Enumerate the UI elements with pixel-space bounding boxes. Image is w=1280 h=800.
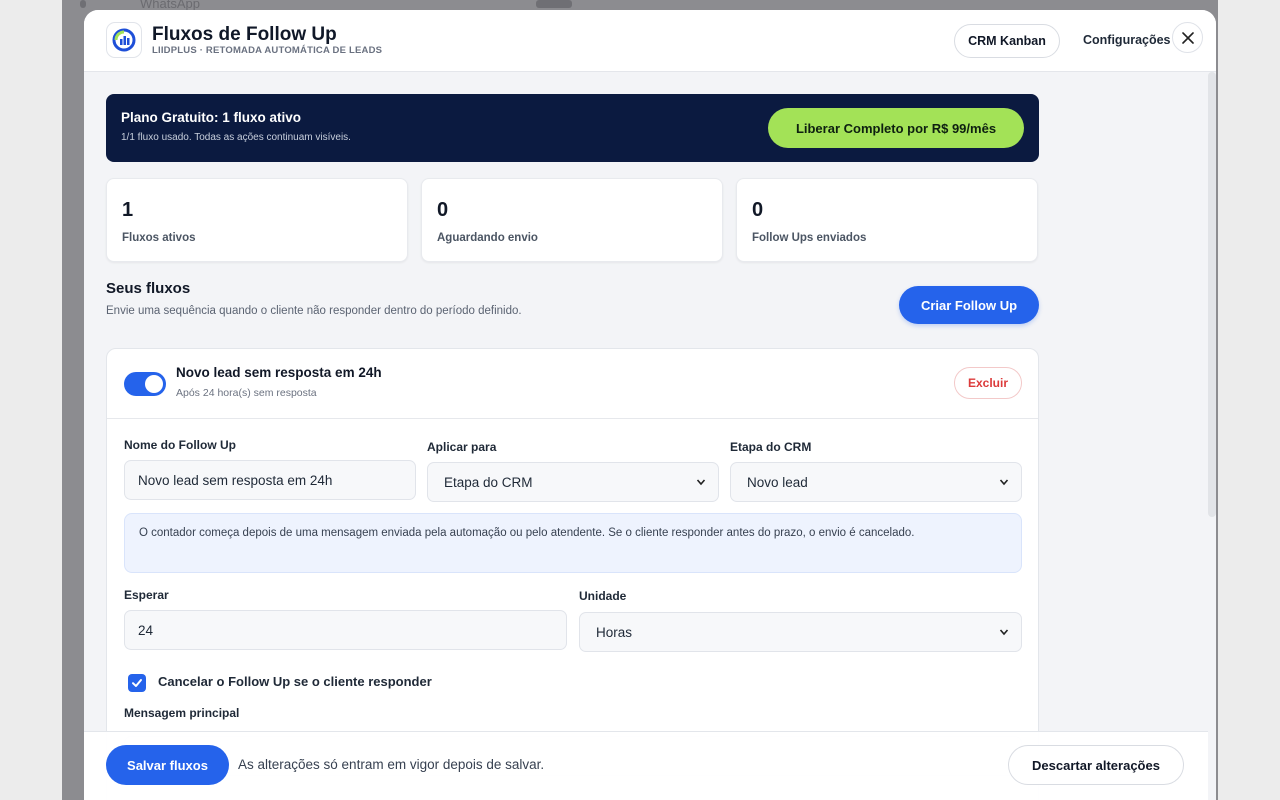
toggle-knob bbox=[145, 375, 163, 393]
stat-label: Fluxos ativos bbox=[122, 232, 196, 244]
delete-flow-button[interactable]: Excluir bbox=[954, 367, 1022, 399]
stat-card-active-flows: 1 Fluxos ativos bbox=[106, 178, 408, 262]
page-title: Fluxos de Follow Up bbox=[152, 24, 337, 45]
background-icon bbox=[80, 0, 86, 8]
message-label: Mensagem principal bbox=[124, 706, 240, 720]
create-follow-up-button[interactable]: Criar Follow Up bbox=[899, 286, 1039, 324]
configuracoes-link[interactable]: Configurações bbox=[1083, 33, 1171, 47]
plan-title: Plano Gratuito: 1 fluxo ativo bbox=[121, 110, 302, 125]
liidplus-logo bbox=[106, 22, 142, 58]
discard-changes-button[interactable]: Descartar alterações bbox=[1008, 745, 1184, 785]
wait-input[interactable]: 24 bbox=[124, 610, 567, 650]
footer-note: As alterações só entram em vigor depois … bbox=[238, 757, 545, 772]
follow-up-modal: Fluxos de Follow Up LIIDPLUS · RETOMADA … bbox=[84, 10, 1216, 800]
unit-label: Unidade bbox=[579, 589, 627, 603]
logo-icon bbox=[112, 28, 136, 52]
chevron-down-icon bbox=[696, 479, 706, 486]
plan-subtitle: 1/1 fluxo usado. Todas as ações continua… bbox=[121, 132, 351, 143]
background-left-strip bbox=[0, 0, 62, 800]
flow-card-header: Novo lead sem resposta em 24h Após 24 ho… bbox=[107, 349, 1038, 419]
upgrade-button[interactable]: Liberar Completo por R$ 99/mês bbox=[768, 108, 1024, 148]
stat-card-sent: 0 Follow Ups enviados bbox=[736, 178, 1038, 262]
background-icon bbox=[536, 0, 572, 8]
modal-header: Fluxos de Follow Up LIIDPLUS · RETOMADA … bbox=[84, 10, 1216, 72]
scrollbar[interactable] bbox=[1208, 72, 1216, 517]
flow-enabled-toggle[interactable] bbox=[124, 372, 166, 396]
stat-value: 0 bbox=[437, 199, 449, 221]
cancel-on-reply-label[interactable]: Cancelar o Follow Up se o cliente respon… bbox=[158, 674, 432, 689]
apply-to-value: Etapa do CRM bbox=[444, 474, 533, 490]
name-label: Nome do Follow Up bbox=[124, 438, 236, 452]
chevron-down-icon bbox=[999, 479, 1009, 486]
stat-card-waiting: 0 Aguardando envio bbox=[421, 178, 723, 262]
stat-value: 1 bbox=[122, 199, 134, 221]
follow-up-name-input[interactable]: Novo lead sem resposta em 24h bbox=[124, 460, 416, 500]
stat-value: 0 bbox=[752, 199, 764, 221]
flow-name: Novo lead sem resposta em 24h bbox=[176, 365, 382, 380]
close-button[interactable] bbox=[1172, 22, 1203, 53]
stat-label: Follow Ups enviados bbox=[752, 232, 867, 244]
apply-label: Aplicar para bbox=[427, 440, 497, 454]
apply-to-select[interactable]: Etapa do CRM bbox=[427, 462, 719, 502]
cancel-on-reply-checkbox[interactable] bbox=[128, 674, 146, 692]
check-icon bbox=[132, 679, 142, 687]
section-subtitle: Envie uma sequência quando o cliente não… bbox=[106, 305, 522, 317]
background-right-strip bbox=[1218, 0, 1280, 800]
close-icon bbox=[1181, 31, 1194, 44]
crm-stage-value: Novo lead bbox=[747, 474, 808, 490]
crm-kanban-button[interactable]: CRM Kanban bbox=[954, 24, 1060, 58]
save-flows-button[interactable]: Salvar fluxos bbox=[106, 745, 229, 785]
wait-label: Esperar bbox=[124, 588, 169, 602]
unit-value: Horas bbox=[596, 624, 633, 640]
crm-stage-select[interactable]: Novo lead bbox=[730, 462, 1022, 502]
stage-label: Etapa do CRM bbox=[730, 440, 812, 454]
unit-select[interactable]: Horas bbox=[579, 612, 1022, 652]
page-subtitle: LIIDPLUS · RETOMADA AUTOMÁTICA DE LEADS bbox=[152, 45, 383, 56]
footer-bar: Salvar fluxos As alterações só entram em… bbox=[84, 731, 1208, 800]
section-title: Seus fluxos bbox=[106, 280, 191, 297]
info-notice: O contador começa depois de uma mensagem… bbox=[124, 513, 1022, 573]
stat-label: Aguardando envio bbox=[437, 232, 538, 244]
plan-banner: Plano Gratuito: 1 fluxo ativo 1/1 fluxo … bbox=[106, 94, 1039, 162]
chevron-down-icon bbox=[999, 629, 1009, 636]
flow-summary: Após 24 hora(s) sem resposta bbox=[176, 387, 317, 399]
